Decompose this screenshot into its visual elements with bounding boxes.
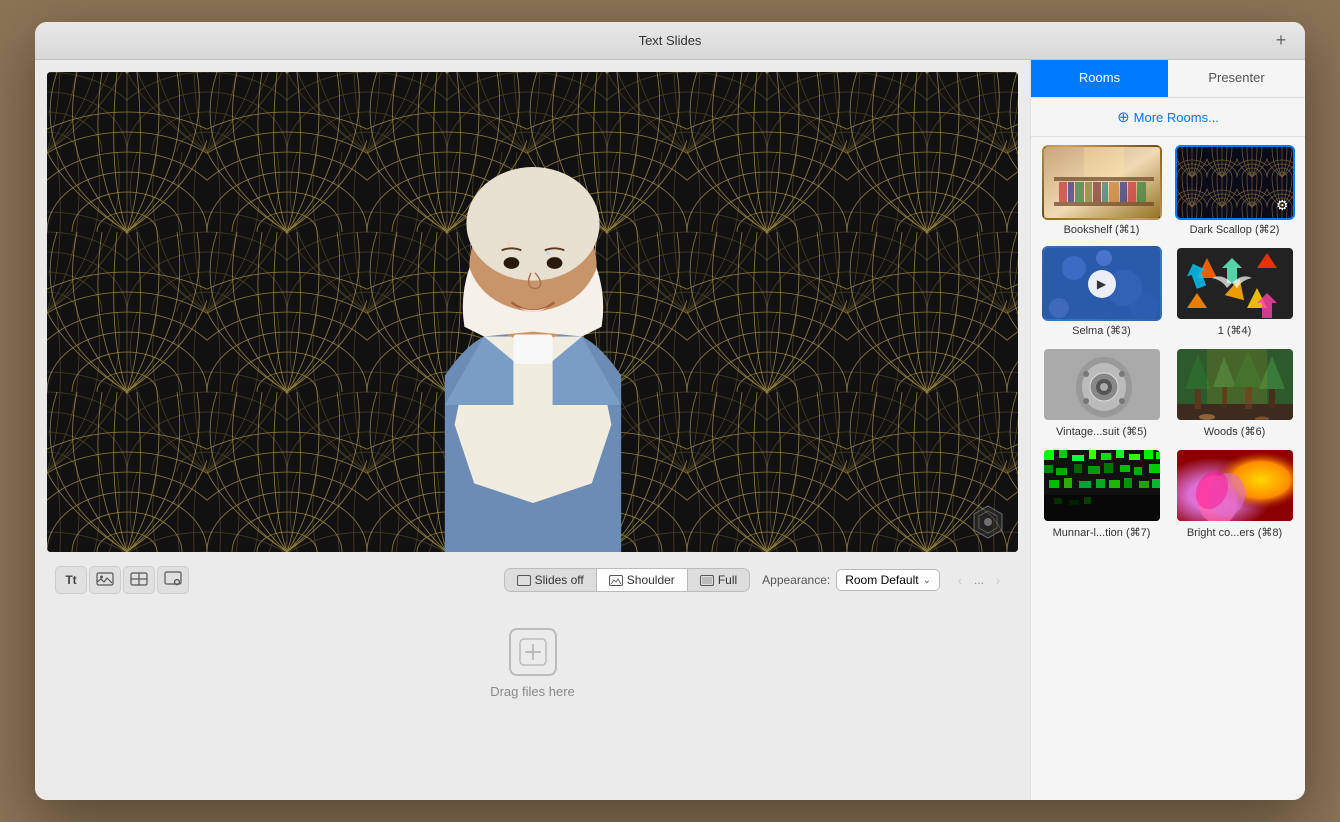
room-label-vintage-suit: Vintage...suit (⌘5) [1042, 422, 1162, 440]
room-item-woods[interactable]: Woods (⌘6) [1172, 347, 1297, 440]
bookshelf-thumb-svg [1044, 147, 1162, 220]
settings-icon [164, 571, 182, 590]
room-item-vintage-suit[interactable]: Vintage...suit (⌘5) [1039, 347, 1164, 440]
room-thumb-bright [1175, 448, 1295, 523]
room-thumb-dark-scallop: ⚙ [1175, 145, 1295, 220]
shoulder-button[interactable]: Shoulder [597, 569, 688, 591]
drop-text: Drag files here [490, 684, 575, 699]
main-area: Tt [35, 60, 1030, 800]
more-rooms-plus-icon: ⊕ [1117, 108, 1130, 126]
play-icon-selma: ▶ [1088, 270, 1116, 298]
more-rooms-button[interactable]: ⊕ More Rooms... [1031, 98, 1305, 137]
tab-presenter[interactable]: Presenter [1168, 60, 1305, 97]
text-tool-button[interactable]: Tt [55, 566, 87, 594]
room-item-selma[interactable]: ▶ Selma (⌘3) [1039, 246, 1164, 339]
toolbar-left: Tt [55, 566, 189, 594]
toolbar: Tt [47, 560, 1018, 600]
watermark-icon [970, 504, 1006, 540]
bright-thumb-svg [1177, 450, 1295, 523]
image-icon [96, 572, 114, 589]
room-thumb-selma: ▶ [1042, 246, 1162, 321]
room-item-dark-scallop[interactable]: ⚙ Dark Scallop (⌘2) [1172, 145, 1297, 238]
nav-dots: ... [974, 573, 984, 587]
art-deco-background [47, 72, 1018, 552]
drop-plus-icon [519, 638, 547, 666]
room-label-dark-scallop: Dark Scallop (⌘2) [1175, 220, 1295, 238]
text-icon: Tt [65, 573, 76, 587]
prev-arrow-button[interactable]: ‹ [948, 568, 972, 592]
tab-rooms[interactable]: Rooms [1031, 60, 1168, 97]
vintagesuit-thumb-svg [1044, 349, 1162, 422]
room-item-munnar[interactable]: Munnar-l...tion (⌘7) [1039, 448, 1164, 541]
room-item-bookshelf[interactable]: Bookshelf (⌘1) [1039, 145, 1164, 238]
drop-zone: Drag files here [47, 608, 1018, 719]
appearance-section: Appearance: Room Default ⌄ [762, 569, 940, 591]
more-rooms-label: More Rooms... [1134, 110, 1219, 125]
room-label-munnar: Munnar-l...tion (⌘7) [1042, 523, 1162, 541]
room-label-selma: Selma (⌘3) [1042, 321, 1162, 339]
full-icon [700, 575, 714, 586]
next-arrow-button[interactable]: › [986, 568, 1010, 592]
tab-bar: Rooms Presenter [1031, 60, 1305, 98]
room-thumb-bookshelf [1042, 145, 1162, 220]
room-item-bright[interactable]: Bright co...ers (⌘8) [1172, 448, 1297, 541]
window-title: Text Slides [639, 33, 702, 48]
woods-thumb-svg [1177, 349, 1295, 422]
sidebar: Rooms Presenter ⊕ More Rooms... [1030, 60, 1305, 800]
chevron-down-icon: ⌄ [923, 575, 931, 586]
layout-tool-button[interactable] [123, 566, 155, 594]
room-item-1[interactable]: 1 (⌘4) [1172, 246, 1297, 339]
main-window: Text Slides + [35, 22, 1305, 800]
appearance-value: Room Default [845, 573, 918, 587]
munnar-thumb-svg [1044, 450, 1162, 523]
full-label: Full [718, 573, 737, 587]
titlebar: Text Slides + [35, 22, 1305, 60]
appearance-select[interactable]: Room Default ⌄ [836, 569, 940, 591]
slides-off-icon [517, 575, 531, 586]
view-buttons-group: Slides off Shoulder [504, 568, 751, 592]
nav-arrows: ‹ ... › [948, 568, 1010, 592]
preview-scene [47, 72, 1018, 552]
image-tool-button[interactable] [89, 566, 121, 594]
watermark-svg [970, 504, 1006, 540]
gear-icon-dark-scallop: ⚙ [1276, 197, 1289, 214]
room-thumb-munnar [1042, 448, 1162, 523]
layout-icon [130, 572, 148, 589]
shoulder-label: Shoulder [627, 573, 675, 587]
drop-icon [509, 628, 557, 676]
art-deco-svg [47, 72, 1018, 552]
preview-container [47, 72, 1018, 552]
shoulder-icon [609, 575, 623, 586]
settings-tool-button[interactable] [157, 566, 189, 594]
slides-off-button[interactable]: Slides off [505, 569, 597, 591]
room-thumb-1 [1175, 246, 1295, 321]
content-area: Tt [35, 60, 1305, 800]
room-label-1: 1 (⌘4) [1175, 321, 1295, 339]
appearance-label: Appearance: [762, 573, 830, 587]
room-label-woods: Woods (⌘6) [1175, 422, 1295, 440]
room-label-bright: Bright co...ers (⌘8) [1175, 523, 1295, 541]
add-button[interactable]: + [1271, 31, 1291, 51]
slides-off-label: Slides off [535, 573, 584, 587]
room1-thumb-svg [1177, 248, 1295, 321]
room-thumb-vintage-suit [1042, 347, 1162, 422]
room-thumb-woods [1175, 347, 1295, 422]
rooms-grid: Bookshelf (⌘1) [1031, 137, 1305, 549]
room-label-bookshelf: Bookshelf (⌘1) [1042, 220, 1162, 238]
full-button[interactable]: Full [688, 569, 749, 591]
